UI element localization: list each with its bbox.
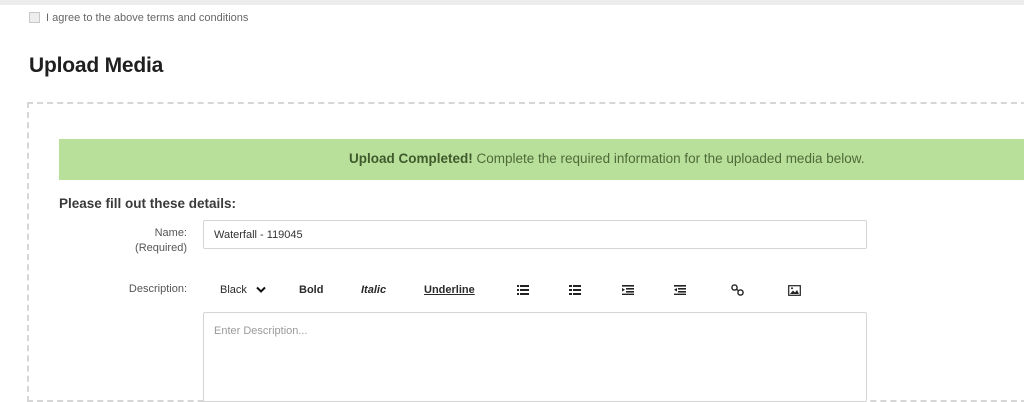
terms-label: I agree to the above terms and condition… <box>46 12 249 24</box>
indent-icon[interactable] <box>674 280 686 300</box>
italic-button[interactable]: Italic <box>361 280 386 300</box>
name-label: Name: <box>154 227 187 239</box>
name-required-label: (Required) <box>135 242 187 254</box>
outdent-icon[interactable] <box>622 280 634 300</box>
details-title: Please fill out these details: <box>59 196 237 211</box>
color-select[interactable]: Black <box>220 280 266 300</box>
top-bar <box>0 0 1024 5</box>
terms-row: I agree to the above terms and condition… <box>29 10 248 24</box>
name-field[interactable] <box>203 220 867 249</box>
terms-checkbox[interactable] <box>29 12 40 23</box>
description-field[interactable] <box>203 312 867 402</box>
color-select-value: Black <box>220 284 247 296</box>
banner-strong: Upload Completed! <box>349 151 473 166</box>
upload-success-banner: Upload Completed! Complete the required … <box>59 139 1024 180</box>
description-label: Description: <box>128 283 187 295</box>
underline-button[interactable]: Underline <box>424 280 475 300</box>
chevron-down-icon <box>256 286 266 294</box>
image-icon[interactable] <box>788 280 801 300</box>
unordered-list-icon[interactable] <box>517 280 529 300</box>
banner-message: Complete the required information for th… <box>472 151 865 166</box>
page-title: Upload Media <box>29 54 164 77</box>
bold-button[interactable]: Bold <box>299 280 323 300</box>
ordered-list-icon[interactable] <box>569 280 581 300</box>
link-icon[interactable] <box>731 280 744 300</box>
editor-toolbar: Black Bold Italic Underline <box>203 280 867 300</box>
